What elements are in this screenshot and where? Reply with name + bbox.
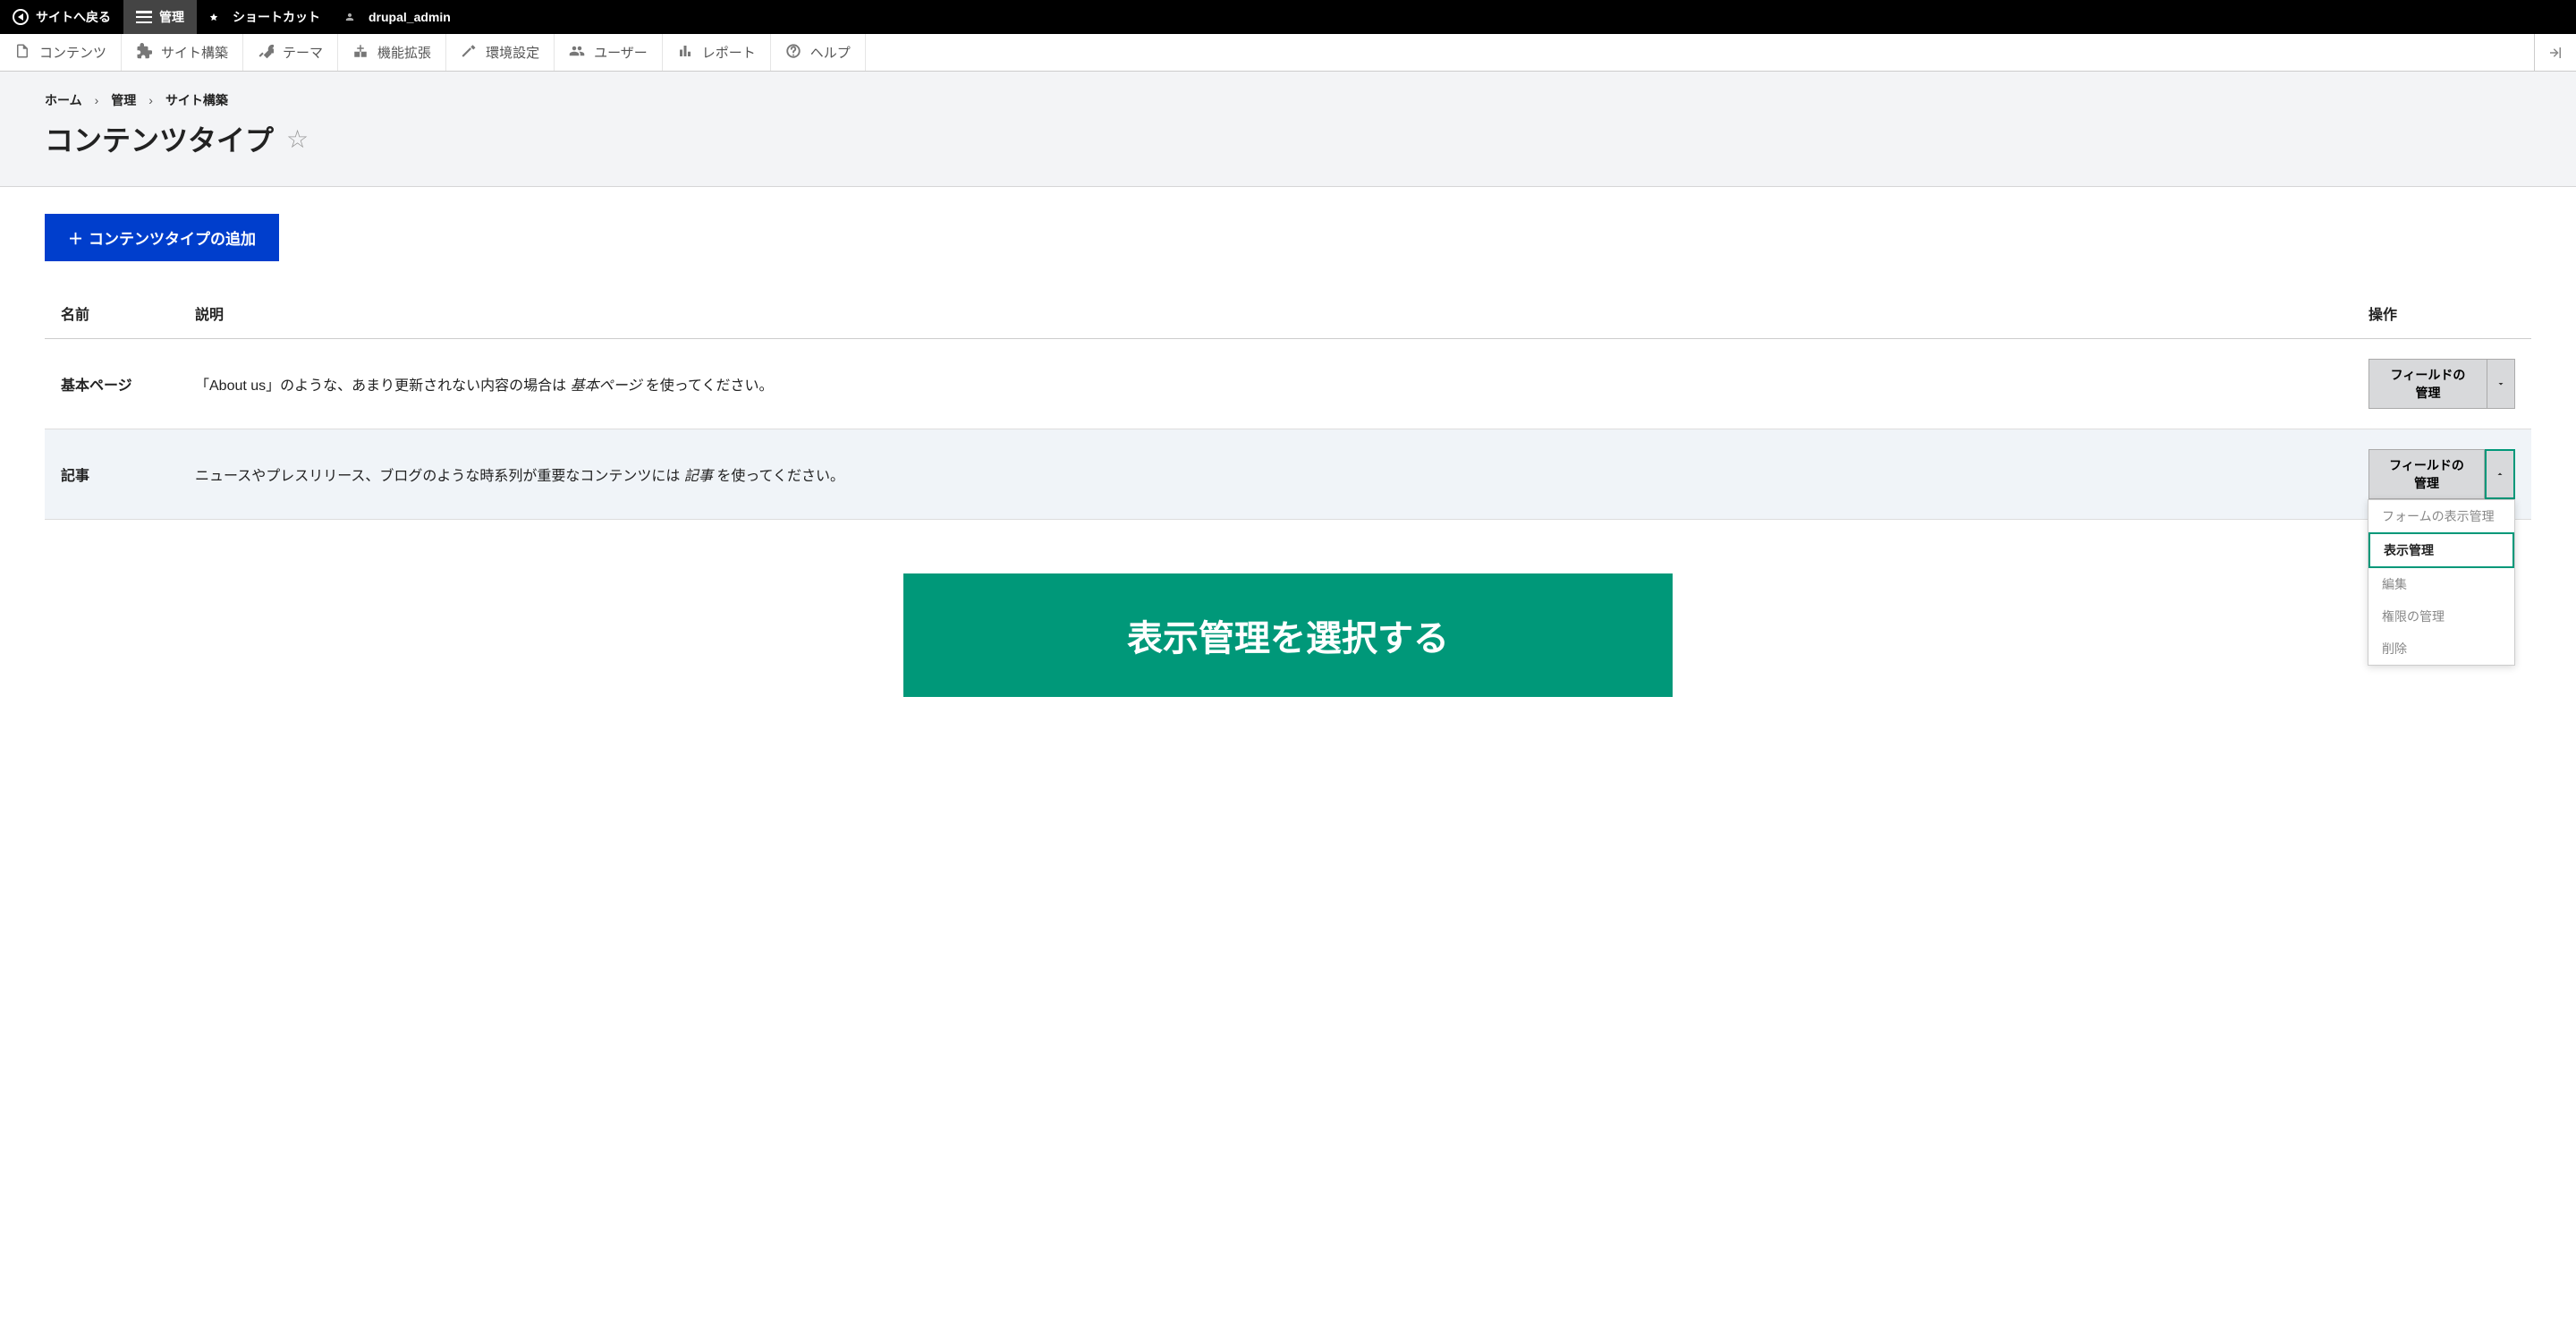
dropdown-toggle-button[interactable] (2485, 449, 2515, 499)
breadcrumb-structure[interactable]: サイト構築 (165, 91, 228, 109)
row-description: ニュースやプレスリリース、ブログのような時系列が重要なコンテンツには 記事 を使… (179, 429, 2352, 520)
breadcrumb: ホーム › 管理 › サイト構築 (45, 91, 2531, 109)
row-operations: フィールドの管理 フォームの表示管理 表示管理 編集 権限の管理 削除 (2352, 429, 2531, 520)
admin-toolbar: コンテンツ サイト構築 テーマ 機能拡張 環境設定 ユーザー レポート (0, 34, 2576, 72)
plugin-icon (352, 43, 369, 63)
toolbar-reports[interactable]: レポート (663, 34, 771, 71)
manage-link[interactable]: 管理 (123, 0, 197, 34)
th-description: 説明 (179, 288, 2352, 339)
back-to-site-link[interactable]: サイトへ戻る (0, 0, 123, 34)
help-icon (785, 43, 801, 63)
desc-suffix: を使ってください。 (641, 378, 773, 394)
toolbar-structure[interactable]: サイト構築 (122, 34, 243, 71)
puzzle-icon (136, 43, 152, 63)
file-icon (14, 43, 30, 63)
spanner-icon (461, 43, 477, 63)
desc-italic: 記事 (684, 469, 713, 484)
operations-dropdown: フィールドの管理 フォームの表示管理 表示管理 編集 権限の管理 削除 (2368, 449, 2515, 499)
desc-prefix: ニュースやプレスリリース、ブログのような時系列が重要なコンテンツには (195, 469, 684, 484)
breadcrumb-home[interactable]: ホーム (45, 91, 82, 109)
toolbar-content[interactable]: コンテンツ (0, 34, 122, 71)
plus-icon: ＋ (68, 226, 83, 249)
toolbar-help-label: ヘルプ (810, 43, 851, 62)
chart-icon (677, 43, 693, 63)
dropdown-toggle-button[interactable] (2487, 359, 2515, 409)
row-name: 記事 (45, 429, 179, 520)
hamburger-icon (136, 11, 152, 23)
dropdown-item-display[interactable]: 表示管理 (2368, 532, 2514, 568)
toolbar-people-label: ユーザー (594, 43, 648, 62)
add-content-type-button[interactable]: ＋ コンテンツタイプの追加 (45, 214, 279, 261)
toolbar-extend[interactable]: 機能拡張 (338, 34, 446, 71)
star-icon (209, 9, 225, 25)
top-admin-bar: サイトへ戻る 管理 ショートカット drupal_admin (0, 0, 2576, 34)
desc-suffix: を使ってください。 (713, 469, 844, 484)
shortcuts-label: ショートカット (233, 8, 320, 26)
page-header-region: ホーム › 管理 › サイト構築 コンテンツタイプ ☆ (0, 72, 2576, 187)
content-types-table: 名前 説明 操作 基本ページ 「About us」のような、あまり更新されない内… (45, 288, 2531, 520)
th-name: 名前 (45, 288, 179, 339)
toolbar-config-label: 環境設定 (486, 43, 539, 62)
th-operations: 操作 (2352, 288, 2531, 339)
row-description: 「About us」のような、あまり更新されない内容の場合は 基本ページ を使っ… (179, 339, 2352, 429)
table-row: 基本ページ 「About us」のような、あまり更新されない内容の場合は 基本ペ… (45, 339, 2531, 429)
toolbar-appearance-label: テーマ (283, 43, 323, 62)
dropdown-item-edit[interactable]: 編集 (2368, 568, 2514, 600)
shortcuts-link[interactable]: ショートカット (197, 0, 333, 34)
toolbar-help[interactable]: ヘルプ (771, 34, 866, 71)
username-label: drupal_admin (369, 10, 451, 24)
toolbar-people[interactable]: ユーザー (555, 34, 663, 71)
manage-label: 管理 (159, 8, 184, 26)
toolbar-extend-label: 機能拡張 (377, 43, 431, 62)
breadcrumb-sep: › (95, 93, 99, 107)
content-region: ＋ コンテンツタイプの追加 名前 説明 操作 基本ページ 「About us」の… (0, 187, 2576, 724)
collapse-icon (2547, 45, 2563, 61)
manage-fields-button[interactable]: フィールドの管理 (2368, 359, 2487, 409)
toolbar-appearance[interactable]: テーマ (243, 34, 338, 71)
breadcrumb-manage[interactable]: 管理 (111, 91, 136, 109)
operations-dropdown-menu: フォームの表示管理 表示管理 編集 権限の管理 削除 (2368, 499, 2515, 666)
page-title: コンテンツタイプ (45, 118, 274, 159)
desc-italic: 基本ページ (571, 378, 642, 394)
dropdown-item-form-display[interactable]: フォームの表示管理 (2368, 500, 2514, 532)
toolbar-content-label: コンテンツ (39, 43, 106, 62)
wrench-icon (258, 43, 274, 63)
toolbar-structure-label: サイト構築 (161, 43, 228, 62)
chevron-up-icon (2495, 469, 2505, 480)
chevron-down-icon (2496, 378, 2506, 389)
dropdown-item-permissions[interactable]: 権限の管理 (2368, 600, 2514, 633)
callout-banner: 表示管理を選択する (903, 573, 1673, 697)
content-types-table-wrap: 名前 説明 操作 基本ページ 「About us」のような、あまり更新されない内… (45, 288, 2531, 520)
row-name: 基本ページ (45, 339, 179, 429)
row-operations: フィールドの管理 (2352, 339, 2531, 429)
toolbar-reports-label: レポート (702, 43, 756, 62)
back-to-site-label: サイトへ戻る (36, 8, 111, 26)
dropdown-item-delete[interactable]: 削除 (2368, 633, 2514, 665)
manage-fields-button[interactable]: フィールドの管理 (2368, 449, 2485, 499)
toolbar-config[interactable]: 環境設定 (446, 34, 555, 71)
favorite-star-icon[interactable]: ☆ (286, 124, 309, 154)
page-title-row: コンテンツタイプ ☆ (45, 118, 2531, 159)
users-icon (569, 43, 585, 63)
add-button-label: コンテンツタイプの追加 (89, 226, 256, 249)
user-icon (345, 9, 361, 25)
desc-prefix: 「About us」のような、あまり更新されない内容の場合は (195, 378, 571, 394)
user-menu[interactable]: drupal_admin (333, 0, 463, 34)
breadcrumb-sep: › (148, 93, 153, 107)
operations-dropdown: フィールドの管理 (2368, 359, 2515, 409)
toolbar-collapse-button[interactable] (2534, 34, 2576, 71)
back-icon (13, 9, 29, 25)
table-row: 記事 ニュースやプレスリリース、ブログのような時系列が重要なコンテンツには 記事… (45, 429, 2531, 520)
